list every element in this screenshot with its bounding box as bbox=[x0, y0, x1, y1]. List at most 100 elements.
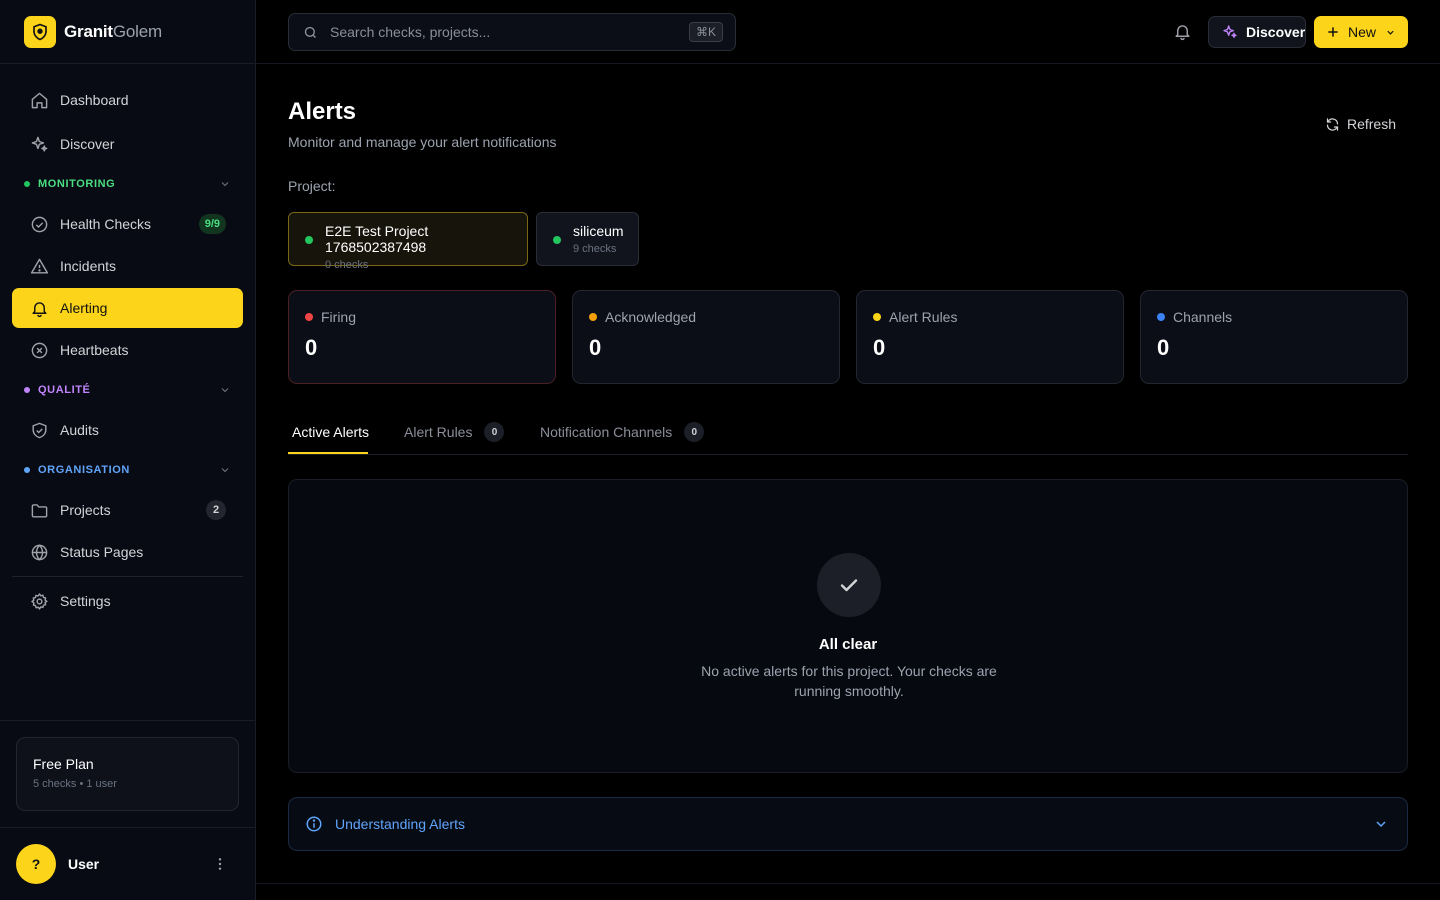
home-icon bbox=[29, 90, 49, 110]
sidebar-item-label: Heartbeats bbox=[60, 342, 129, 358]
stat-card-acknowledged: Acknowledged 0 bbox=[572, 290, 840, 384]
project-checks: 0 checks bbox=[325, 259, 369, 271]
stat-card-alert-rules: Alert Rules 0 bbox=[856, 290, 1124, 384]
sidebar-item-heartbeats[interactable]: Heartbeats bbox=[12, 330, 243, 370]
sidebar-item-projects[interactable]: Projects 2 bbox=[12, 490, 243, 530]
understanding-alerts-accordion[interactable]: Understanding Alerts bbox=[288, 797, 1408, 851]
avatar[interactable]: ? bbox=[16, 844, 56, 884]
sidebar-item-label: Dashboard bbox=[60, 92, 129, 108]
project-option-siliceum[interactable]: siliceum 9 checks bbox=[536, 212, 639, 266]
discover-label: Discover bbox=[1246, 24, 1306, 40]
project-option-e2e[interactable]: E2E Test Project 1768502387498 0 checks bbox=[288, 212, 528, 271]
sidebar-item-label: Audits bbox=[60, 422, 99, 438]
sidebar-item-discover[interactable]: Discover bbox=[12, 124, 243, 164]
chevron-down-icon bbox=[1373, 816, 1389, 832]
folder-icon bbox=[29, 500, 49, 520]
section-organisation[interactable]: ORGANISATION bbox=[24, 462, 231, 478]
tab-active-alerts[interactable]: Active Alerts bbox=[292, 421, 369, 443]
empty-text: No active alerts for this project. Your … bbox=[701, 663, 997, 699]
tab-count: 0 bbox=[684, 422, 705, 442]
sidebar-item-audits[interactable]: Audits bbox=[12, 410, 243, 450]
accordion-label: Understanding Alerts bbox=[335, 816, 465, 832]
sidebar-item-label: Health Checks bbox=[60, 216, 152, 232]
sparkles-icon bbox=[1222, 24, 1246, 40]
sidebar-item-label: Incidents bbox=[60, 258, 117, 274]
status-dot bbox=[589, 313, 597, 321]
page-title: Alerts bbox=[288, 98, 357, 125]
footer-divider bbox=[256, 883, 1440, 884]
health-checks-badge: 9/9 bbox=[198, 214, 226, 234]
more-vertical-icon[interactable] bbox=[212, 856, 228, 872]
empty-state: All clear No active alerts for this proj… bbox=[288, 479, 1408, 773]
section-dot bbox=[24, 181, 30, 187]
chevron-down-icon bbox=[219, 178, 231, 190]
new-label: New bbox=[1348, 24, 1377, 40]
projects-badge: 2 bbox=[206, 500, 226, 520]
stat-value: 0 bbox=[305, 335, 318, 360]
status-dot bbox=[1157, 313, 1165, 321]
tab-label: Notification Channels bbox=[540, 424, 673, 440]
tab-notification-channels[interactable]: Notification Channels 0 bbox=[540, 421, 705, 443]
section-label: ORGANISATION bbox=[38, 464, 130, 476]
sidebar-item-label: Status Pages bbox=[60, 544, 144, 560]
sidebar-item-label: Alerting bbox=[60, 300, 108, 316]
section-qualite[interactable]: QUALITÉ bbox=[24, 382, 231, 398]
brand-name-light: Golem bbox=[112, 21, 162, 41]
project-label: Project: bbox=[288, 178, 336, 194]
discover-button[interactable]: Discover bbox=[1208, 16, 1306, 48]
logo-icon bbox=[24, 15, 56, 48]
topbar: Search checks, projects... ⌘K Discover N… bbox=[256, 0, 1440, 64]
sidebar-item-incidents[interactable]: Incidents bbox=[12, 246, 243, 286]
sidebar-divider bbox=[0, 720, 255, 721]
project-name: E2E Test Project 1768502387498 bbox=[325, 223, 429, 255]
brand-name-bold: Granit bbox=[64, 21, 113, 41]
refresh-button[interactable]: Refresh bbox=[1325, 116, 1396, 132]
sidebar-item-label: Projects bbox=[60, 502, 111, 518]
sidebar-item-alerting[interactable]: Alerting bbox=[12, 288, 243, 328]
refresh-icon bbox=[1325, 117, 1347, 132]
project-status-dot bbox=[553, 236, 561, 244]
search-icon bbox=[303, 25, 318, 40]
section-monitoring[interactable]: MONITORING bbox=[24, 176, 231, 192]
gear-icon bbox=[29, 591, 49, 611]
chevron-down-icon bbox=[219, 384, 231, 396]
check-circle-icon bbox=[29, 214, 49, 234]
stat-value: 0 bbox=[589, 335, 602, 360]
sidebar-divider bbox=[12, 576, 243, 577]
shield-check-icon bbox=[29, 420, 49, 440]
section-label: MONITORING bbox=[38, 178, 116, 190]
sidebar-item-settings[interactable]: Settings bbox=[12, 581, 243, 621]
check-icon bbox=[817, 553, 881, 617]
bell-icon bbox=[29, 298, 49, 318]
section-dot bbox=[24, 387, 30, 393]
stat-label: Acknowledged bbox=[605, 309, 697, 325]
bell-icon[interactable] bbox=[1173, 22, 1192, 41]
tab-underline bbox=[288, 452, 368, 454]
brand[interactable]: GranitGolem bbox=[0, 0, 255, 64]
stat-card-channels: Channels 0 bbox=[1140, 290, 1408, 384]
sidebar-item-label: Settings bbox=[60, 593, 111, 609]
section-label: QUALITÉ bbox=[38, 384, 91, 396]
sidebar-item-status-pages[interactable]: Status Pages bbox=[12, 532, 243, 572]
chevron-down-icon bbox=[1385, 27, 1396, 38]
user-bar[interactable]: ? User bbox=[0, 827, 256, 900]
sidebar-item-label: Discover bbox=[60, 136, 115, 152]
plan-card[interactable]: Free Plan 5 checks • 1 user bbox=[16, 737, 239, 811]
project-checks: 9 checks bbox=[573, 243, 617, 255]
sidebar-item-dashboard[interactable]: Dashboard bbox=[12, 80, 243, 120]
tabs: Active Alerts Alert Rules 0 Notification… bbox=[288, 408, 1408, 455]
search-input[interactable]: Search checks, projects... ⌘K bbox=[288, 13, 736, 51]
empty-title: All clear bbox=[818, 636, 878, 653]
sidebar-item-health-checks[interactable]: Health Checks 9/9 bbox=[12, 204, 243, 244]
chevron-down-icon bbox=[219, 464, 231, 476]
search-placeholder: Search checks, projects... bbox=[330, 24, 491, 40]
user-name: User bbox=[68, 856, 100, 872]
tab-alert-rules[interactable]: Alert Rules 0 bbox=[404, 421, 505, 443]
section-dot bbox=[24, 467, 30, 473]
stat-label: Alert Rules bbox=[889, 309, 958, 325]
page-subtitle: Monitor and manage your alert notificati… bbox=[288, 134, 557, 150]
stat-value: 0 bbox=[873, 335, 886, 360]
project-status-dot bbox=[305, 236, 313, 244]
new-button[interactable]: New bbox=[1314, 16, 1408, 48]
search-shortcut: ⌘K bbox=[688, 22, 723, 42]
